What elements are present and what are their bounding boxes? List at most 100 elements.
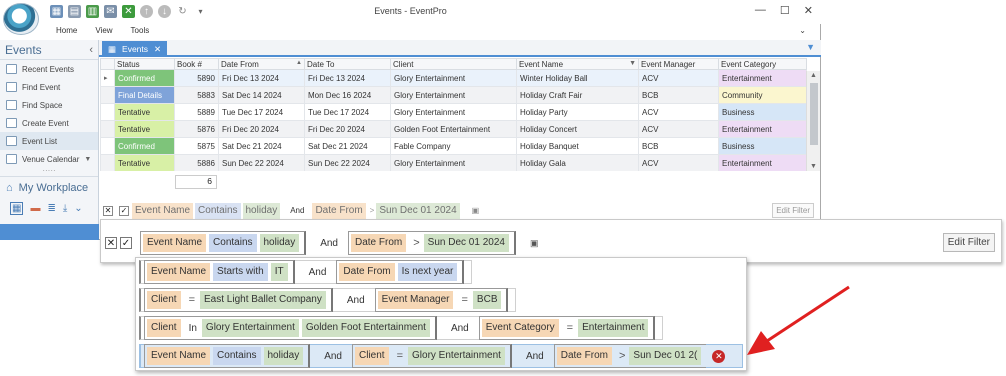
filter-icon[interactable]: ▼ — [629, 60, 636, 67]
table-row[interactable]: Tentative 5876 Fri Dec 20 2024 Fri Dec 20 2… — [100, 120, 807, 138]
cell-status[interactable]: Tentative — [114, 154, 175, 171]
cell-client[interactable]: Glory Entertainment — [390, 103, 517, 121]
cell-book[interactable]: 5886 — [174, 154, 219, 171]
cell-date-from[interactable]: Fri Dec 13 2024 — [218, 69, 305, 87]
cell-date-to[interactable]: Fri Dec 20 2024 — [304, 120, 391, 138]
cell-client[interactable]: Golden Foot Entertainment — [390, 120, 517, 138]
mru-filter-item[interactable]: Client = East Light Ballet Company And E… — [139, 288, 517, 312]
cell-event-name[interactable]: Winter Holiday Ball — [516, 69, 639, 87]
sidebar-item-my-workplace[interactable]: ⌂ My Workplace — [0, 176, 98, 198]
mru-filter-item[interactable]: Client In Glory Entertainment Golden Foo… — [139, 316, 664, 340]
mru-filter-item[interactable]: Event Name Starts with IT And Date From … — [139, 260, 473, 284]
filter-condition-group[interactable]: Event Name Contains holiday — [140, 231, 307, 255]
filter-operator-token[interactable]: > — [370, 206, 375, 215]
filter-value-token[interactable]: holiday — [259, 234, 300, 252]
tab-events[interactable]: ▦ Events ✕ — [102, 41, 168, 57]
grid-view-icon[interactable]: ▦ — [10, 201, 24, 215]
edit-filter-button[interactable]: Edit Filter — [772, 203, 814, 218]
scroll-down-icon[interactable]: ▼ — [810, 163, 817, 170]
cell-date-from[interactable]: Sat Dec 14 2024 — [218, 86, 305, 104]
filter-mru-dropdown-icon[interactable]: ▣ — [472, 206, 480, 215]
delete-mru-item-icon[interactable]: ✕ — [712, 349, 726, 363]
collapse-sidebar-icon[interactable]: ‹ — [89, 44, 93, 56]
cell-book[interactable]: 5875 — [174, 137, 219, 155]
cell-status[interactable]: Tentative — [114, 120, 175, 138]
enable-filter-checkbox[interactable]: ✓ — [120, 237, 132, 249]
cell-status[interactable]: Tentative — [114, 103, 175, 121]
tab-list-dropdown-icon[interactable]: ▼ — [806, 42, 815, 52]
column-header-date-from[interactable]: Date From ▲ — [218, 58, 305, 70]
cell-event-category[interactable]: Entertainment — [718, 69, 807, 87]
menu-tools[interactable]: Tools — [131, 26, 150, 35]
cell-book[interactable]: 5876 — [174, 120, 219, 138]
cell-date-to[interactable]: Fri Dec 13 2024 — [304, 69, 391, 87]
maximize-button[interactable]: ☐ — [780, 4, 790, 17]
sidebar-item-event-list[interactable]: Event List — [0, 132, 98, 150]
filter-and-token[interactable]: And — [310, 235, 348, 252]
table-row[interactable]: Confirmed 5875 Sat Dec 21 2024 Sat Dec 21 2… — [100, 137, 807, 155]
filter-condition-group[interactable]: Date From > Sun Dec 01 2024 — [348, 231, 516, 255]
cell-client[interactable]: Glory Entertainment — [390, 154, 517, 171]
cell-event-category[interactable]: Business — [718, 103, 807, 121]
column-header-event-manager[interactable]: Event Manager — [638, 58, 719, 70]
cell-event-category[interactable]: Business — [718, 137, 807, 155]
filter-mru-dropdown-icon[interactable]: ▣ — [530, 238, 539, 249]
cell-book[interactable]: 5890 — [174, 69, 219, 87]
more-chevron-icon[interactable]: ⌄ — [74, 203, 82, 214]
cell-book[interactable]: 5889 — [174, 103, 219, 121]
grid-vertical-scrollbar[interactable]: ▲ ▼ — [806, 71, 820, 171]
menu-home[interactable]: Home — [56, 26, 77, 35]
cell-status[interactable]: Confirmed — [114, 137, 175, 155]
table-row[interactable]: Final Details 5883 Sat Dec 14 2024 Mon Dec … — [100, 86, 807, 104]
cell-event-manager[interactable]: BCB — [638, 137, 719, 155]
cell-date-to[interactable]: Mon Dec 16 2024 — [304, 86, 391, 104]
list-icon[interactable]: ≣ — [47, 203, 55, 214]
cell-event-name[interactable]: Holiday Concert — [516, 120, 639, 138]
cell-event-manager[interactable]: BCB — [638, 86, 719, 104]
table-row[interactable]: Tentative 5886 Sun Dec 22 2024 Sun Dec 22 2… — [100, 154, 807, 171]
sidebar-item-recent-events[interactable]: Recent Events — [0, 60, 98, 78]
column-header-date-to[interactable]: Date To — [304, 58, 391, 70]
cell-event-name[interactable]: Holiday Banquet — [516, 137, 639, 155]
download-icon[interactable]: ⤓ — [63, 203, 67, 214]
cell-date-from[interactable]: Fri Dec 20 2024 — [218, 120, 305, 138]
cell-status[interactable]: Final Details — [114, 86, 175, 104]
scroll-up-icon[interactable]: ▲ — [810, 72, 817, 79]
minimize-button[interactable]: — — [755, 4, 766, 17]
cell-event-category[interactable]: Community — [718, 86, 807, 104]
cell-event-category[interactable]: Entertainment — [718, 154, 807, 171]
filter-and-token[interactable]: And — [282, 206, 312, 215]
cell-event-manager[interactable]: ACV — [638, 69, 719, 87]
filter-operator-token[interactable]: > — [413, 237, 419, 249]
cell-date-to[interactable]: Sat Dec 21 2024 — [304, 137, 391, 155]
table-row[interactable]: Tentative 5889 Tue Dec 17 2024 Tue Dec 17 2… — [100, 103, 807, 121]
clear-filter-checkbox[interactable]: ✕ — [105, 237, 117, 249]
cell-event-manager[interactable]: ACV — [638, 154, 719, 171]
cell-event-name[interactable]: Holiday Party — [516, 103, 639, 121]
cell-event-category[interactable]: Entertainment — [718, 120, 807, 138]
splitter-grip[interactable]: ····· — [0, 167, 98, 176]
filter-field-token[interactable]: Date From — [351, 234, 407, 252]
column-header-book[interactable]: Book # — [174, 58, 219, 70]
column-header-client[interactable]: Client — [390, 58, 517, 70]
scrollbar-thumb[interactable] — [810, 83, 818, 145]
filter-field-token[interactable]: Date From — [312, 202, 366, 219]
cell-event-name[interactable]: Holiday Gala — [516, 154, 639, 171]
table-row[interactable]: ▸ Confirmed 5890 Fri Dec 13 2024 Fri Dec 13 … — [100, 69, 807, 87]
sidebar-item-create-event[interactable]: Create Event — [0, 114, 98, 132]
enable-filter-checkbox[interactable]: ✓ — [119, 205, 129, 216]
ribbon-collapse-icon[interactable]: ⌄ — [799, 26, 806, 35]
filter-field-token[interactable]: Event Name — [143, 234, 207, 252]
column-header-event-category[interactable]: Event Category — [718, 58, 807, 70]
sidebar-item-find-event[interactable]: Find Event — [0, 78, 98, 96]
cell-date-from[interactable]: Sat Dec 21 2024 — [218, 137, 305, 155]
cell-status[interactable]: Confirmed — [114, 69, 175, 87]
cell-book[interactable]: 5883 — [174, 86, 219, 104]
cell-date-to[interactable]: Sun Dec 22 2024 — [304, 154, 391, 171]
close-button[interactable]: ✕ — [804, 4, 813, 17]
cell-client[interactable]: Fable Company — [390, 137, 517, 155]
filter-operator-token[interactable]: Contains — [195, 202, 241, 219]
bed-icon[interactable]: ▬ — [30, 203, 40, 214]
column-header-event-name[interactable]: Event Name ▼ — [516, 58, 639, 70]
column-header-status[interactable]: Status — [114, 58, 175, 70]
